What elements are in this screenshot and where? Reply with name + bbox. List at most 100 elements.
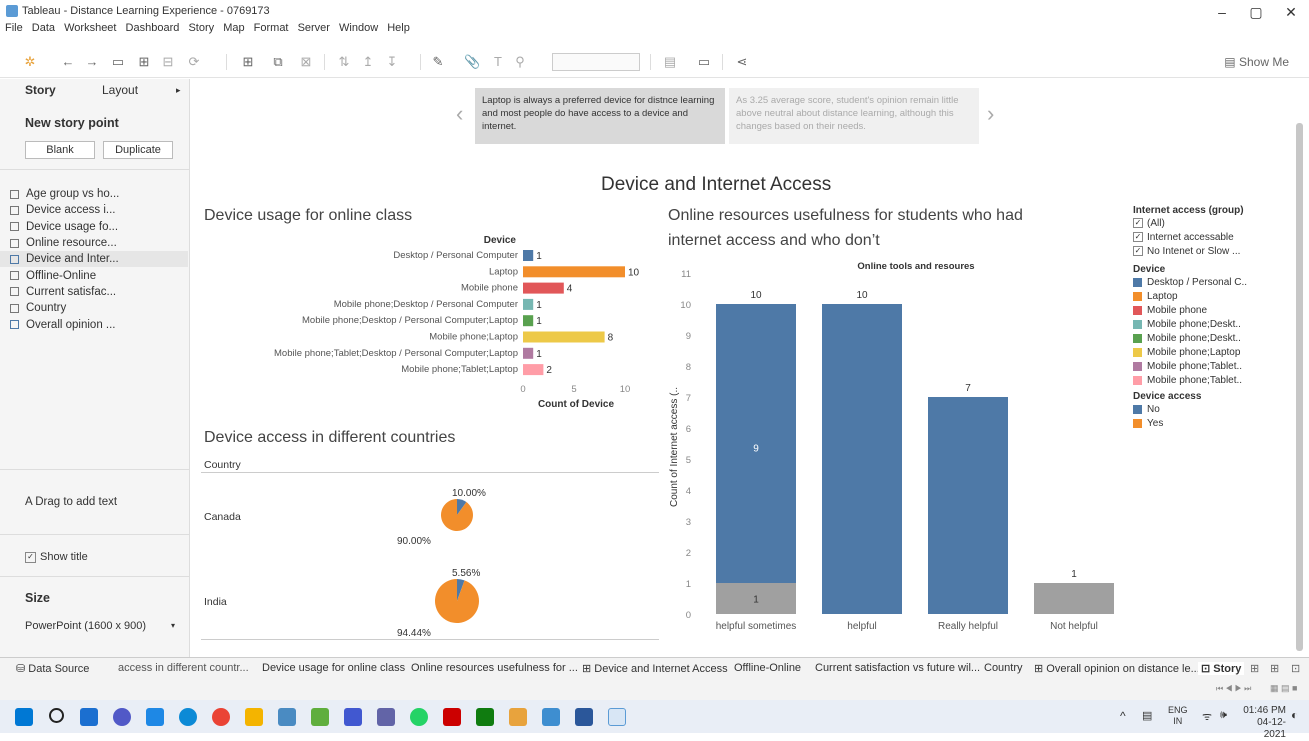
- chevron-right-icon[interactable]: ›: [987, 101, 994, 127]
- menu-help[interactable]: Help: [387, 22, 410, 34]
- tableau-logo-icon[interactable]: ✲: [22, 54, 38, 70]
- tab-device-internet-access[interactable]: ⊞ Device and Internet Access: [582, 662, 728, 675]
- search-icon[interactable]: [49, 708, 64, 723]
- menu-format[interactable]: Format: [254, 22, 289, 34]
- story-point-item[interactable]: Current satisfac...: [10, 284, 188, 300]
- widgets-icon[interactable]: [146, 708, 164, 726]
- show-title-checkbox[interactable]: ✓ Show title: [25, 551, 88, 563]
- menu-map[interactable]: Map: [223, 22, 244, 34]
- new-story-icon[interactable]: ⊡: [1291, 662, 1300, 675]
- new-dashboard-icon[interactable]: ⊞: [1270, 662, 1279, 675]
- xbox-icon[interactable]: [476, 708, 494, 726]
- share-icon[interactable]: ⋖: [734, 54, 750, 70]
- group-icon[interactable]: 📎: [464, 54, 480, 70]
- tab-current-satisfaction[interactable]: Current satisfaction vs future wil...: [815, 662, 980, 674]
- tab-layout[interactable]: Layout: [102, 83, 138, 97]
- tray-chevron-icon[interactable]: ^: [1120, 709, 1126, 723]
- app-icon[interactable]: [509, 708, 527, 726]
- language-indicator[interactable]: ENG IN: [1168, 705, 1188, 727]
- sidebar-menu-icon[interactable]: ▸: [176, 85, 181, 96]
- swap-icon[interactable]: ⇅: [336, 54, 352, 70]
- app-icon[interactable]: [311, 708, 329, 726]
- refresh-icon[interactable]: ⟳: [186, 54, 202, 70]
- tab-data-source[interactable]: ⛁ Data Source: [16, 662, 89, 675]
- device-legend-item[interactable]: Mobile phone: [1133, 303, 1309, 317]
- show-me-button[interactable]: ▤ Show Me: [1224, 55, 1289, 69]
- pin-icon[interactable]: ⚲: [512, 54, 528, 70]
- settings-icon[interactable]: [278, 708, 296, 726]
- sort-asc-icon[interactable]: ↥: [360, 54, 376, 70]
- story-point-item[interactable]: Offline-Online: [10, 267, 188, 283]
- new-sheet-icon[interactable]: ⊞: [240, 54, 256, 70]
- story-point-item[interactable]: Device access i...: [10, 202, 188, 218]
- save-icon[interactable]: ▭: [110, 54, 126, 70]
- teams-chat-icon[interactable]: [113, 708, 131, 726]
- menu-window[interactable]: Window: [339, 22, 378, 34]
- show-cards-icon[interactable]: ▤: [662, 54, 678, 70]
- whatsapp-icon[interactable]: [410, 708, 428, 726]
- tableau-taskbar-icon[interactable]: [608, 708, 626, 726]
- menu-data[interactable]: Data: [32, 22, 55, 34]
- wifi-icon[interactable]: ᯤ: [1202, 709, 1212, 724]
- drag-to-add-text[interactable]: A Drag to add text: [25, 496, 117, 508]
- file-explorer-icon[interactable]: [245, 708, 263, 726]
- story-point-item[interactable]: Country: [10, 300, 188, 316]
- notification-icon[interactable]: ◐: [1291, 708, 1298, 722]
- tab-story[interactable]: ⊡ Story: [1198, 662, 1245, 675]
- device-legend-item[interactable]: Mobile phone;Laptop: [1133, 345, 1309, 359]
- view-mode-icon[interactable]: ▦ ▤ ■: [1270, 683, 1297, 694]
- device-legend-item[interactable]: Mobile phone;Deskt..: [1133, 317, 1309, 331]
- device-legend-item[interactable]: Laptop: [1133, 289, 1309, 303]
- menu-story[interactable]: Story: [188, 22, 214, 34]
- device-legend-item[interactable]: Mobile phone;Deskt..: [1133, 331, 1309, 345]
- device-access-legend-item[interactable]: No: [1133, 402, 1309, 416]
- photos-icon[interactable]: [542, 708, 560, 726]
- filter-internet-accessable[interactable]: ✓ Internet accessable: [1133, 230, 1309, 244]
- tab-online-resources[interactable]: Online resources usefulness for ...: [411, 662, 578, 674]
- chevron-left-icon[interactable]: ‹: [456, 101, 463, 127]
- device-legend-item[interactable]: Mobile phone;Tablet..: [1133, 373, 1309, 387]
- app-icon[interactable]: [443, 708, 461, 726]
- redo-icon[interactable]: →: [84, 54, 100, 70]
- presentation-icon[interactable]: ▭: [696, 54, 712, 70]
- device-access-legend-item[interactable]: Yes: [1133, 416, 1309, 430]
- app-icon[interactable]: [344, 708, 362, 726]
- clear-sheet-icon[interactable]: ⊠: [298, 54, 314, 70]
- pause-updates-icon[interactable]: ⊟: [160, 54, 176, 70]
- device-legend-item[interactable]: Desktop / Personal C..: [1133, 275, 1309, 289]
- fit-dropdown[interactable]: [552, 53, 640, 71]
- filter-no-internet[interactable]: ✓ No Intenet or Slow ...: [1133, 244, 1309, 258]
- clock[interactable]: 01:46 PM 04-12-2021: [1238, 705, 1286, 741]
- tab-offline-online[interactable]: Offline-Online: [734, 662, 801, 674]
- story-point-caption-next[interactable]: As 3.25 average score, student's opinion…: [729, 88, 979, 144]
- filter-all[interactable]: ✓ (All): [1133, 216, 1309, 230]
- menu-dashboard[interactable]: Dashboard: [126, 22, 180, 34]
- sheet-navigation-icon[interactable]: ⏮ ◀ ▶ ⏭: [1216, 684, 1251, 694]
- tab-country[interactable]: Country: [984, 662, 1023, 674]
- sort-desc-icon[interactable]: ↧: [384, 54, 400, 70]
- vertical-scrollbar[interactable]: [1296, 123, 1303, 651]
- teams-icon[interactable]: [377, 708, 395, 726]
- new-sheet-icon[interactable]: ⊞: [1250, 662, 1259, 675]
- story-point-caption-active[interactable]: Laptop is always a preferred device for …: [475, 88, 725, 144]
- story-point-item-active[interactable]: Device and Inter...: [0, 251, 188, 268]
- size-dropdown[interactable]: PowerPoint (1600 x 900) ▾: [25, 620, 175, 632]
- tray-app-icon[interactable]: ▤: [1142, 709, 1152, 722]
- story-point-item[interactable]: Device usage fo...: [10, 219, 188, 235]
- volume-icon[interactable]: 🕪: [1220, 709, 1227, 722]
- story-point-item[interactable]: Overall opinion ...: [10, 316, 188, 332]
- menu-worksheet[interactable]: Worksheet: [64, 22, 116, 34]
- word-icon[interactable]: [575, 708, 593, 726]
- story-point-item[interactable]: Age group vs ho...: [10, 186, 188, 202]
- duplicate-sheet-icon[interactable]: ⧉: [270, 54, 286, 70]
- menu-server[interactable]: Server: [298, 22, 330, 34]
- story-point-item[interactable]: Online resource...: [10, 235, 188, 251]
- blank-button[interactable]: Blank: [25, 141, 95, 159]
- device-legend-item[interactable]: Mobile phone;Tablet..: [1133, 359, 1309, 373]
- tab-story[interactable]: Story: [25, 83, 56, 97]
- new-datasource-icon[interactable]: ⊞: [136, 54, 152, 70]
- tab-device-access[interactable]: access in different countr...: [118, 662, 249, 674]
- tab-overall-opinion[interactable]: ⊞ Overall opinion on distance le...: [1034, 662, 1200, 675]
- duplicate-button[interactable]: Duplicate: [103, 141, 173, 159]
- chrome-icon[interactable]: [212, 708, 230, 726]
